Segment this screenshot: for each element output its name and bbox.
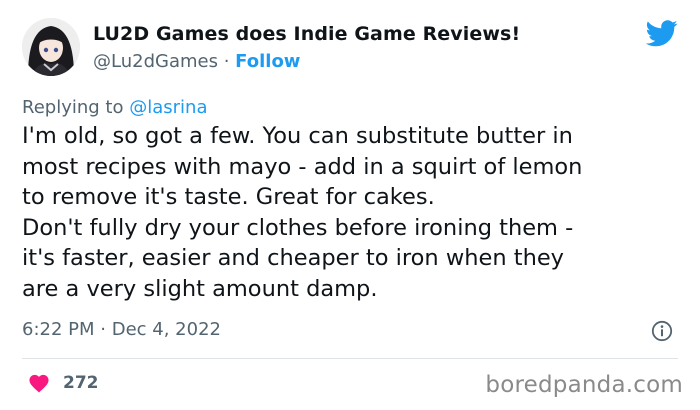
tweet-line: it's faster, easier and cheaper to iron … [22, 245, 564, 271]
tweet-line: to remove it's taste. Great for cakes. [22, 184, 435, 210]
author-handle[interactable]: @Lu2dGames [93, 51, 218, 72]
timestamp-date: Dec 4, 2022 [111, 319, 221, 340]
tweet-text: I'm old, so got a few. You can substitut… [22, 121, 682, 304]
separator-dot: · [223, 51, 230, 72]
tweet-line: most recipes with mayo - add in a squirt… [22, 153, 583, 180]
watermark: boredpanda.com [485, 372, 683, 398]
tweet-line: I'm old, so got a few. You can substitut… [22, 123, 573, 149]
author-block: LU2D Games does Indie Game Reviews! @Lu2… [93, 22, 520, 74]
author-handle-line: @Lu2dGames · Follow [93, 50, 520, 74]
timestamp-time: 6:22 PM [22, 319, 95, 340]
like-button[interactable]: 272 [28, 373, 99, 393]
timestamp-separator: · [100, 319, 106, 340]
reply-context: Replying to @lasrina [22, 97, 207, 119]
follow-button[interactable]: Follow [235, 51, 300, 72]
like-count: 272 [63, 373, 99, 393]
divider [22, 358, 678, 359]
tweet-card: LU2D Games does Indie Game Reviews! @Lu2… [0, 0, 700, 410]
info-icon[interactable] [651, 320, 673, 342]
reply-prefix: Replying to [22, 97, 124, 118]
twitter-bird-icon[interactable] [646, 20, 678, 47]
avatar[interactable] [22, 18, 80, 76]
reply-mention[interactable]: @lasrina [129, 97, 207, 118]
tweet-line: Don't fully dry your clothes before iron… [22, 214, 574, 241]
timestamp[interactable]: 6:22 PM · Dec 4, 2022 [22, 319, 221, 341]
author-name[interactable]: LU2D Games does Indie Game Reviews! [93, 22, 520, 46]
anime-avatar-icon [22, 18, 80, 76]
heart-icon [29, 374, 49, 393]
tweet-line: are a very slight amount damp. [22, 275, 378, 302]
